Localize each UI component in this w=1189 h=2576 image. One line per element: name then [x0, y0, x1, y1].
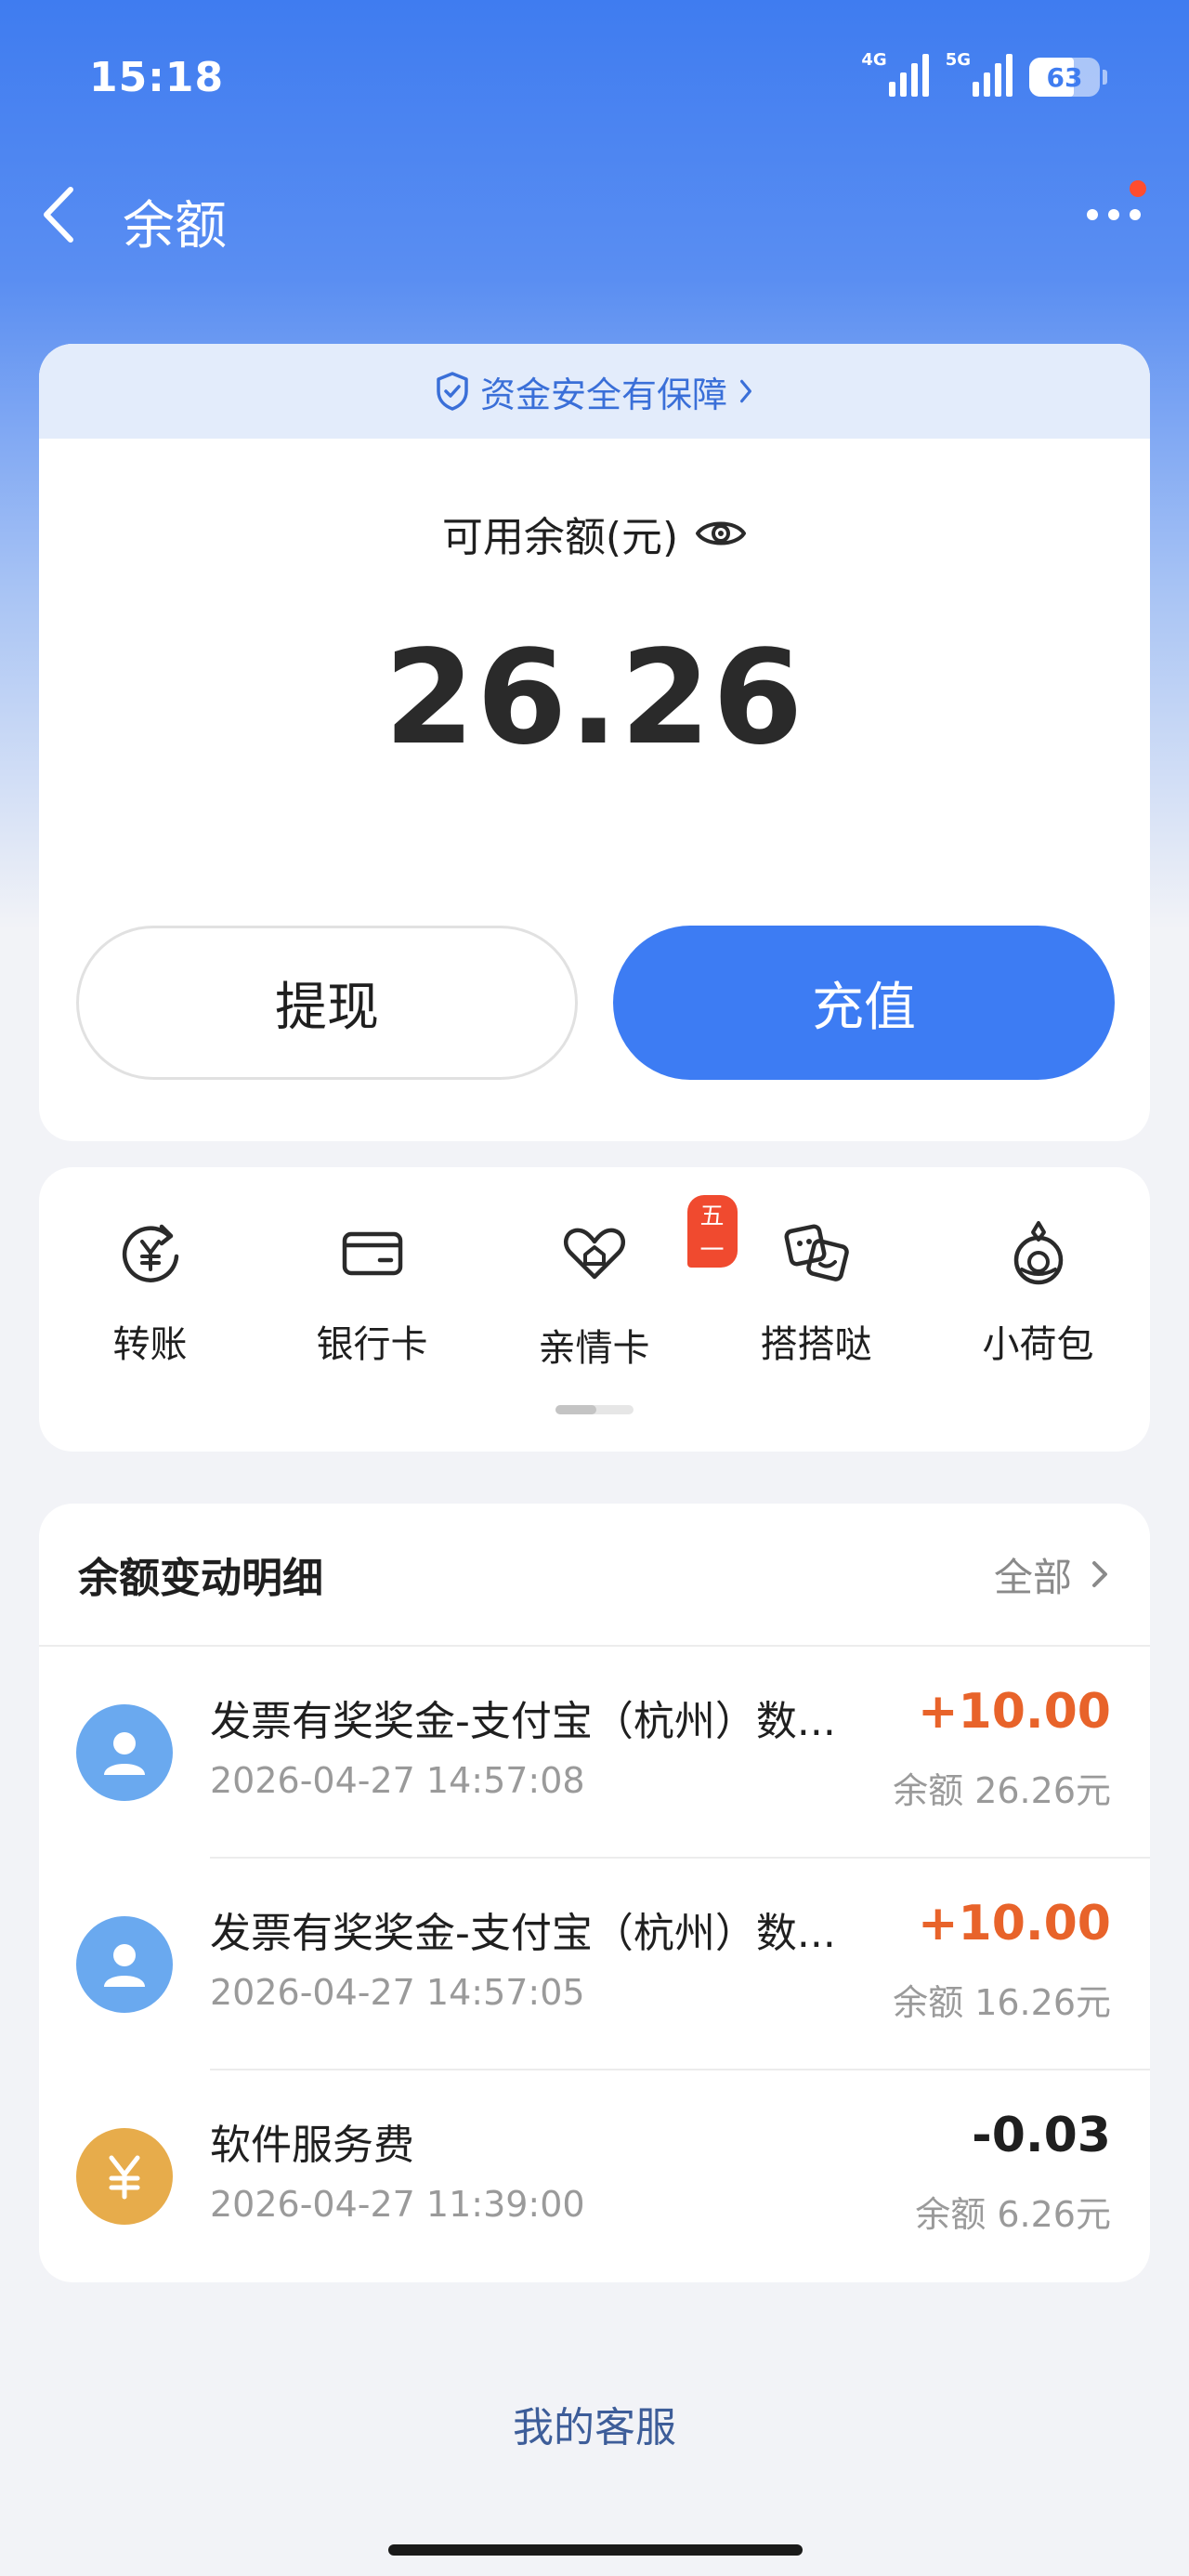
filter-all-button[interactable]: 全部: [994, 1546, 1111, 1603]
chevron-right-icon: [740, 379, 751, 403]
transaction-time: 2026-04-27 14:57:05: [210, 1972, 585, 2013]
person-avatar-icon: [76, 1704, 173, 1801]
transaction-name: 软件服务费: [210, 2122, 414, 2169]
shield-icon: [437, 372, 468, 411]
action-family-card[interactable]: 五一 亲情卡: [483, 1195, 738, 1372]
action-label: 亲情卡: [538, 1327, 650, 1370]
transaction-row[interactable]: 发票有奖奖金-支付宝（杭州）数... 2026-04-27 14:57:05 +…: [39, 1859, 1150, 2070]
page-title: 余额: [123, 196, 227, 256]
transaction-name: 发票有奖奖金-支付宝（杭州）数...: [210, 1910, 836, 1957]
signal-5g-label: 5G: [945, 50, 971, 70]
notification-dot: [1130, 180, 1146, 197]
signal-4g: 4G: [861, 50, 929, 97]
transactions-title: 余额变动明细: [78, 1555, 323, 1602]
person-avatar-icon: [76, 1916, 173, 2013]
home-indicator: [388, 2544, 803, 2556]
family-card-icon: [563, 1228, 625, 1280]
transaction-row[interactable]: 发票有奖奖金-支付宝（杭州）数... 2026-04-27 14:57:08 +…: [39, 1647, 1150, 1859]
transaction-time: 2026-04-27 14:57:08: [210, 1760, 585, 1801]
transaction-balance: 余额 26.26元: [893, 1770, 1111, 1811]
status-time: 15:18: [89, 54, 225, 101]
battery-icon: 63: [1029, 58, 1107, 97]
yen-avatar-icon: [76, 2128, 173, 2225]
eye-icon[interactable]: [695, 515, 747, 552]
recharge-button[interactable]: 充值: [613, 926, 1115, 1080]
transaction-amount: +10.00: [917, 1896, 1111, 1952]
more-icon[interactable]: [1081, 201, 1146, 229]
purse-icon: [1013, 1221, 1063, 1285]
transactions-card: 余额变动明细 全部 发票有奖奖金-支付宝（杭州）数... 2026-04-27 …: [39, 1504, 1150, 2282]
transaction-balance: 余额 6.26元: [915, 2194, 1111, 2235]
back-arrow-icon[interactable]: [33, 182, 89, 247]
balance-amount: 26.26: [384, 623, 805, 774]
signal-bars-icon: [973, 54, 1013, 97]
action-label: 搭搭哒: [760, 1323, 872, 1366]
filter-label: 全部: [993, 1554, 1072, 1600]
dadada-icon: [784, 1224, 849, 1281]
safety-banner[interactable]: 资金安全有保障: [39, 344, 1150, 439]
battery-level: 63: [1046, 61, 1083, 93]
balance-label-row: 可用余额(元): [39, 504, 1150, 563]
bank-card-icon: [342, 1231, 402, 1276]
quick-actions-card: 转账 银行卡 五一 亲情卡 搭搭哒 小荷包: [39, 1167, 1150, 1452]
transaction-amount: +10.00: [917, 1684, 1111, 1740]
transactions-header: 余额变动明细 全部: [39, 1504, 1150, 1647]
customer-service-link[interactable]: 我的客服: [0, 2394, 1189, 2453]
signal-bars-icon: [888, 54, 929, 97]
action-dadada[interactable]: 搭搭哒: [705, 1216, 927, 1372]
nav-bar: 余额: [0, 167, 1189, 260]
balance-card: 资金安全有保障 可用余额(元) 26.26 提现 充值: [39, 344, 1150, 1141]
transfer-icon: [122, 1224, 178, 1282]
promo-badge: 五一: [686, 1195, 738, 1268]
page-indicator: [555, 1405, 634, 1414]
balance-label: 可用余额(元): [441, 514, 679, 561]
status-bar: 15:18 4G 5G 63: [0, 0, 1189, 158]
status-indicators: 4G 5G 63: [861, 50, 1107, 97]
action-bank-card[interactable]: 银行卡: [261, 1216, 483, 1372]
action-purse[interactable]: 小荷包: [927, 1216, 1149, 1372]
transaction-balance: 余额 16.26元: [893, 1982, 1111, 2023]
transaction-time: 2026-04-27 11:39:00: [210, 2184, 585, 2225]
withdraw-button[interactable]: 提现: [76, 926, 578, 1080]
transaction-name: 发票有奖奖金-支付宝（杭州）数...: [210, 1698, 836, 1745]
transaction-row[interactable]: 软件服务费 2026-04-27 11:39:00 -0.03 余额 6.26元: [39, 2070, 1150, 2282]
quick-actions: 转账 银行卡 五一 亲情卡 搭搭哒 小荷包: [39, 1195, 1150, 1372]
action-label: 银行卡: [316, 1323, 428, 1366]
signal-4g-label: 4G: [861, 50, 887, 70]
family-card-icon-wrap: 五一: [557, 1195, 738, 1294]
signal-5g: 5G: [946, 52, 1013, 97]
safety-text: 资金安全有保障: [479, 374, 727, 415]
action-label: 转账: [112, 1323, 188, 1366]
action-transfer[interactable]: 转账: [39, 1216, 261, 1372]
action-label: 小荷包: [982, 1323, 1094, 1366]
chevron-right-icon: [1092, 1561, 1107, 1587]
transaction-amount: -0.03: [972, 2108, 1111, 2163]
